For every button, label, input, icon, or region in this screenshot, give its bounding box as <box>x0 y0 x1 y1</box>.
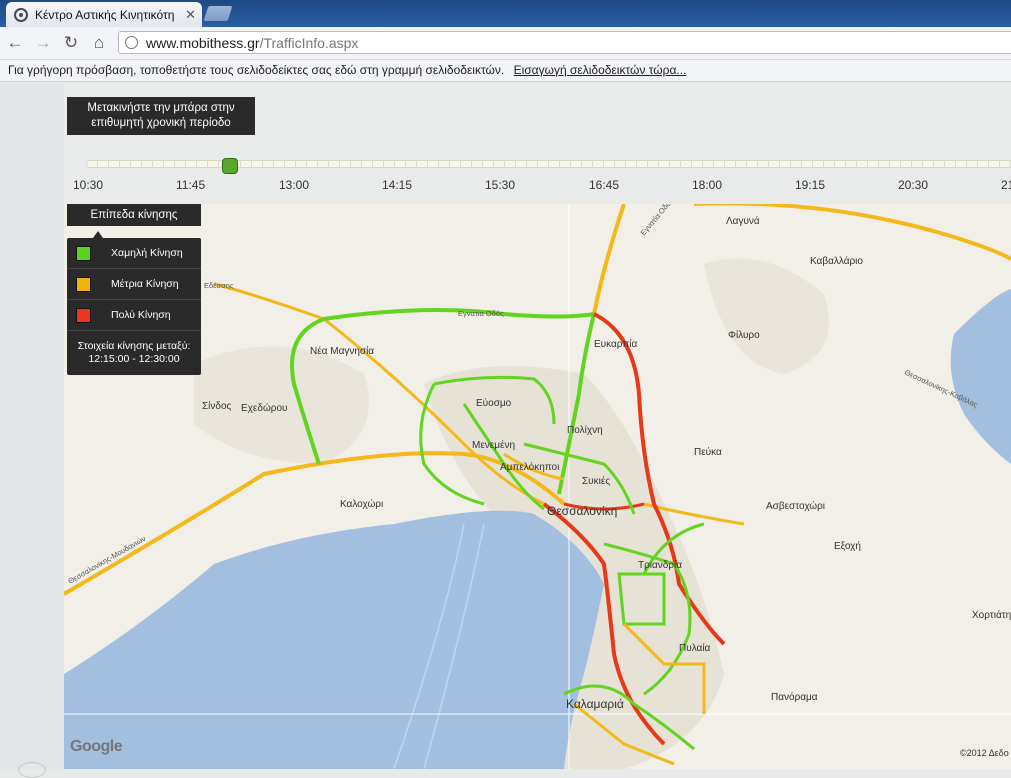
legend-label: Χαμηλή Κίνηση <box>111 247 183 259</box>
place-label: Σίνδος <box>202 400 232 412</box>
place-label: Καλοχώρι <box>340 498 383 510</box>
forward-button[interactable]: → <box>32 32 54 54</box>
site-favicon-icon <box>14 7 28 22</box>
legend-item-low: Χαμηλή Κίνηση <box>67 238 201 269</box>
road-label: Εδέσσης <box>204 281 234 290</box>
place-label: Ασβεστοχώρι <box>766 500 825 512</box>
traffic-legend: Χαμηλή Κίνηση Μέτρια Κίνηση Πολύ Κίνηση … <box>67 238 201 375</box>
back-button[interactable]: ← <box>4 32 26 54</box>
legend-item-medium: Μέτρια Κίνηση <box>67 269 201 300</box>
url-host: www.mobithess.gr <box>146 34 260 51</box>
bookmarks-bar: Για γρήγορη πρόσβαση, τοποθετήστε τους σ… <box>0 60 1011 82</box>
data-period-note: Στοιχεία κίνησης μεταξύ: 12:15:00 - 12:3… <box>67 340 201 366</box>
medium-traffic-swatch <box>76 276 91 292</box>
timeline-hint: Μετακινήστε την μπάρα στην επιθυμητή χρο… <box>67 97 255 135</box>
place-label: Μενεμένη <box>472 439 515 451</box>
legend-label: Μέτρια Κίνηση <box>111 278 179 290</box>
time-label: 13:00 <box>279 178 310 192</box>
scroll-indicator <box>18 762 46 778</box>
road-label: Εγνατία Οδός <box>458 309 504 318</box>
time-label: 11:45 <box>176 178 206 192</box>
low-traffic-swatch <box>76 245 91 261</box>
place-label: Λαγυνά <box>726 215 760 227</box>
place-label: Συκιές <box>582 475 610 487</box>
time-label: 18:00 <box>692 178 723 192</box>
place-label: Πεύκα <box>694 446 722 458</box>
timeline-slider[interactable]: 10:30 11:45 13:00 14:15 15:30 16:45 18:0… <box>64 152 1011 204</box>
tab-strip: Κέντρο Αστικής Κινητικότη ✕ <box>0 0 1011 27</box>
url-path: /TrafficInfo.aspx <box>259 34 359 51</box>
data-period-label: Στοιχεία κίνησης μεταξύ: <box>77 340 191 352</box>
close-tab-icon[interactable]: ✕ <box>185 7 196 23</box>
time-label: 20:30 <box>898 178 929 192</box>
place-label: Φίλυρο <box>728 329 760 341</box>
address-bar[interactable]: www.mobithess.gr/TrafficInfo.aspx <box>118 31 1011 54</box>
timeline-handle[interactable] <box>222 158 238 174</box>
home-button[interactable]: ⌂ <box>88 32 110 54</box>
place-label: Πανόραμα <box>771 691 818 703</box>
bookmarks-hint: Για γρήγορη πρόσβαση, τοποθετήστε τους σ… <box>8 63 505 77</box>
time-label: 14:15 <box>382 178 413 192</box>
data-period-range: 12:15:00 - 12:30:00 <box>88 353 180 365</box>
city-label: Θεσσαλονίκη <box>547 504 617 518</box>
place-label: Αμπελόκηποι <box>500 461 559 473</box>
browser-tab[interactable]: Κέντρο Αστικής Κινητικότη ✕ <box>6 2 202 27</box>
legend-item-high: Πολύ Κίνηση <box>67 300 201 331</box>
traffic-map[interactable]: Λαγυνά Καβαλλάριο Φίλυρο Ευκαρπία Νέα Μα… <box>64 204 1011 769</box>
reload-button[interactable]: ↻ <box>60 32 82 54</box>
time-label: 19:15 <box>795 178 826 192</box>
place-label: Εύοσμο <box>476 397 512 409</box>
left-gutter <box>0 83 64 769</box>
place-label: Καβαλλάριο <box>810 255 863 267</box>
time-label: 16:45 <box>589 178 620 192</box>
new-tab-button[interactable] <box>203 6 233 21</box>
place-label: Χορτιάτης <box>972 609 1011 621</box>
time-label: 15:30 <box>485 178 516 192</box>
map-canvas[interactable]: Λαγυνά Καβαλλάριο Φίλυρο Ευκαρπία Νέα Μα… <box>64 204 1011 769</box>
place-label: Νέα Μαγνησία <box>310 345 374 357</box>
legend-label: Πολύ Κίνηση <box>111 309 171 321</box>
place-label: Πυλαία <box>679 642 711 654</box>
place-label: Ευκαρπία <box>594 338 637 350</box>
url-text: www.mobithess.gr/TrafficInfo.aspx <box>146 35 358 51</box>
legend-pointer-icon <box>93 231 103 238</box>
high-traffic-swatch <box>76 307 91 323</box>
browser-toolbar: ← → ↻ ⌂ www.mobithess.gr/TrafficInfo.asp… <box>0 27 1011 60</box>
legend-title[interactable]: Επίπεδα κίνησης <box>67 204 201 226</box>
import-bookmarks-link[interactable]: Εισαγωγή σελιδοδεικτών τώρα... <box>514 63 687 77</box>
place-label: Εξοχή <box>834 540 861 552</box>
map-copyright: ©2012 Δεδο <box>960 748 1009 758</box>
place-label: Καλαμαριά <box>566 697 624 711</box>
google-logo: Google <box>70 738 123 755</box>
tab-title: Κέντρο Αστικής Κινητικότη <box>35 7 175 22</box>
time-label: 10:30 <box>73 178 104 192</box>
time-label: 21 <box>1001 178 1011 192</box>
place-label: Τριανδρία <box>638 559 682 571</box>
place-label: Πολίχνη <box>567 424 603 436</box>
place-label: Εχεδώρου <box>241 402 287 414</box>
globe-icon <box>125 36 138 49</box>
